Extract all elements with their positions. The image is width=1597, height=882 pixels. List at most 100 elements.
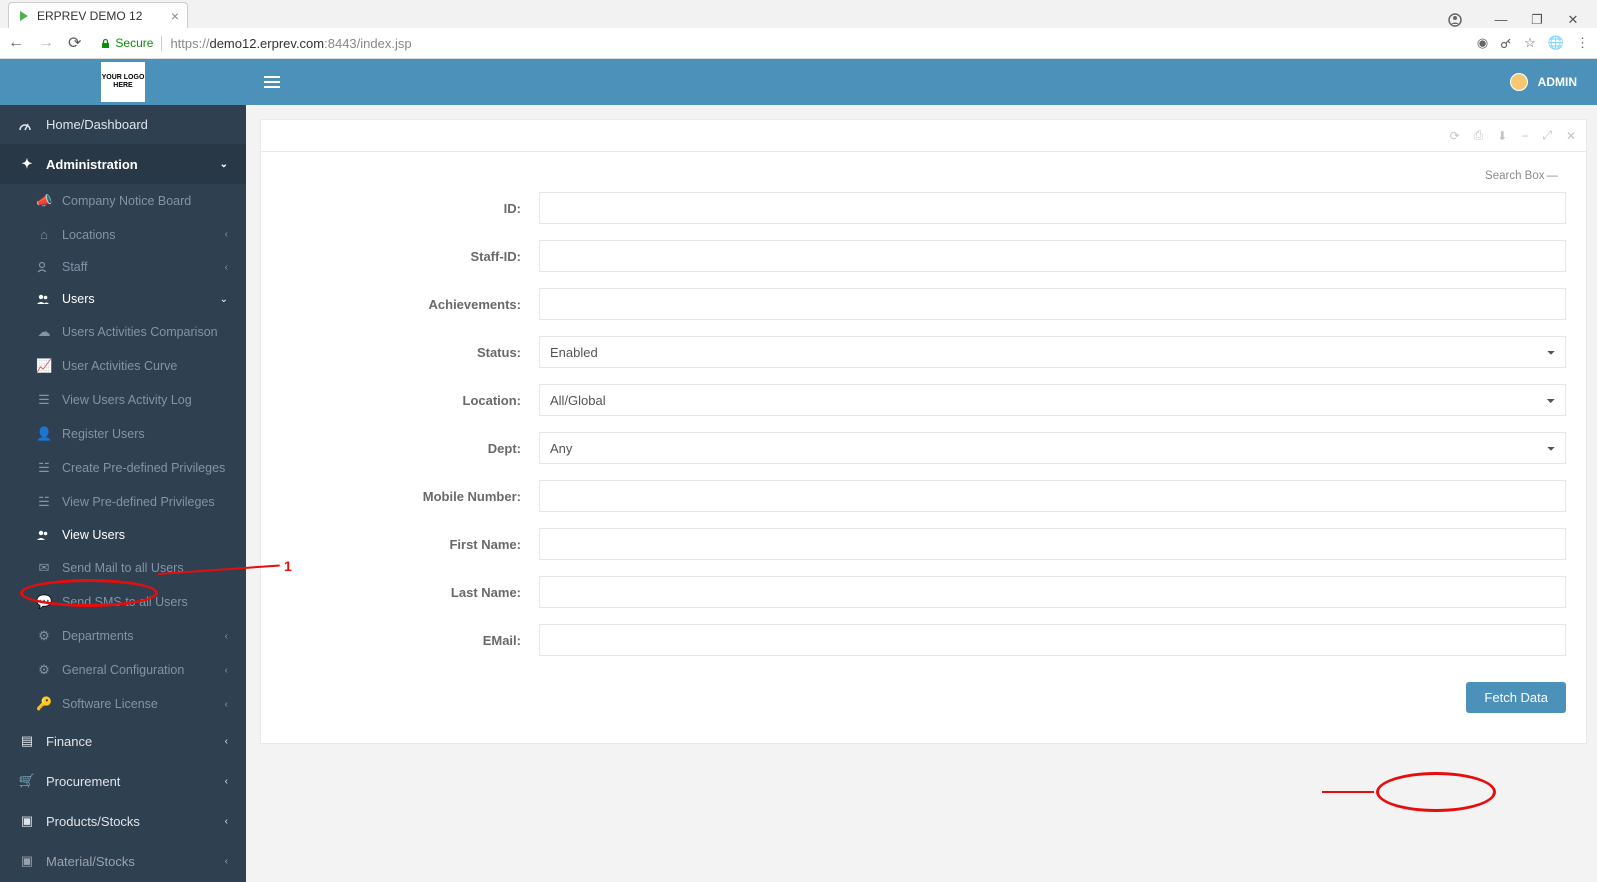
wrench-icon: ✦	[18, 156, 36, 172]
favicon-icon	[17, 9, 31, 23]
box-icon: ▣	[18, 853, 36, 869]
logo[interactable]: YOUR LOGO HERE	[0, 59, 246, 105]
sidebar-item-finance[interactable]: ▤Finance‹	[0, 721, 246, 761]
star-icon[interactable]: ☆	[1524, 35, 1536, 51]
form-row-location: Location: All/Global	[281, 384, 1566, 416]
input-last-name[interactable]	[539, 576, 1566, 608]
chevron-left-icon: ‹	[225, 631, 228, 642]
input-mobile[interactable]	[539, 480, 1566, 512]
label-last-name: Last Name:	[281, 585, 539, 600]
users-icon	[36, 293, 52, 305]
chevron-left-icon: ‹	[225, 856, 228, 867]
address-bar: ← → ⟳ Secure https://demo12.erprev.com:8…	[0, 28, 1597, 58]
browser-tab-bar: ERPREV DEMO 12 × — ❐ ✕	[0, 0, 1597, 28]
user-plus-icon: 👤	[36, 426, 52, 442]
browser-tab[interactable]: ERPREV DEMO 12 ×	[8, 2, 188, 28]
money-icon: ▤	[18, 733, 36, 749]
form-row-email: EMail:	[281, 624, 1566, 656]
eye-icon[interactable]: ◉	[1477, 35, 1488, 51]
form-row-status: Status: Enabled	[281, 336, 1566, 368]
chart-icon: 📈	[36, 358, 52, 374]
menu-icon[interactable]: ⋮	[1576, 35, 1589, 51]
select-dept[interactable]: Any	[539, 432, 1566, 464]
form-row-staff-id: Staff-ID:	[281, 240, 1566, 272]
select-location[interactable]: All/Global	[539, 384, 1566, 416]
sidebar-item-material-stocks[interactable]: ▣Material/Stocks‹	[0, 841, 246, 881]
sidebar-item-administration[interactable]: ✦ Administration ⌄	[0, 144, 246, 184]
minus-icon[interactable]: −	[1521, 129, 1528, 143]
sidebar-item-software-license[interactable]: 🔑Software License‹	[0, 687, 246, 721]
content-area: ⟳ ⎙ ⬇ − ⤢ ✕ Search Box— ID: Staff-ID:	[246, 105, 1597, 882]
url-field[interactable]: Secure https://demo12.erprev.com:8443/in…	[95, 33, 1462, 54]
gears-icon: ⚙	[36, 662, 52, 678]
chevron-left-icon: ‹	[225, 665, 228, 676]
label-location: Location:	[281, 393, 539, 408]
browser-chrome: ERPREV DEMO 12 × — ❐ ✕ ← → ⟳ Secure http…	[0, 0, 1597, 59]
sidebar-item-staff[interactable]: Staff ‹	[0, 251, 246, 283]
sidebar-item-activity-log[interactable]: ☰View Users Activity Log	[0, 383, 246, 417]
form-row-achievements: Achievements:	[281, 288, 1566, 320]
form-row-dept: Dept: Any	[281, 432, 1566, 464]
sidebar-item-send-mail[interactable]: ✉Send Mail to all Users	[0, 551, 246, 585]
avatar-icon	[1510, 73, 1528, 91]
users-icon	[36, 529, 52, 541]
download-icon[interactable]: ⬇	[1497, 129, 1507, 143]
sidebar-item-register-users[interactable]: 👤Register Users	[0, 417, 246, 451]
sidebar-item-company-notice[interactable]: 📣 Company Notice Board	[0, 184, 246, 218]
app-header: YOUR LOGO HERE ADMIN	[0, 59, 1597, 105]
chevron-left-icon: ‹	[225, 776, 228, 787]
input-staff-id[interactable]	[539, 240, 1566, 272]
user-icon	[36, 261, 52, 273]
chevron-left-icon: ‹	[225, 262, 228, 273]
sidebar-item-view-privileges[interactable]: ☱View Pre-defined Privileges	[0, 485, 246, 519]
maximize-icon[interactable]: ❐	[1519, 12, 1555, 28]
secure-badge: Secure	[100, 36, 153, 50]
hamburger-icon[interactable]	[264, 75, 280, 89]
select-status[interactable]: Enabled	[539, 336, 1566, 368]
key-icon[interactable]	[1500, 37, 1512, 49]
print-icon[interactable]: ⎙	[1474, 128, 1484, 143]
window-controls: — ❐ ✕	[1447, 12, 1597, 28]
reload-icon[interactable]: ⟳	[68, 33, 81, 53]
gear-icon: ⚙	[36, 628, 52, 644]
home-icon: ⌂	[36, 227, 52, 242]
fetch-data-button[interactable]: Fetch Data	[1466, 682, 1566, 713]
sidebar-item-activities-curve[interactable]: 📈User Activities Curve	[0, 349, 246, 383]
input-first-name[interactable]	[539, 528, 1566, 560]
expand-icon[interactable]: ⤢	[1542, 128, 1552, 143]
sidebar-item-home[interactable]: Home/Dashboard	[0, 105, 246, 144]
sidebar-item-activities-comparison[interactable]: ☁Users Activities Comparison	[0, 315, 246, 349]
forward-icon[interactable]: →	[38, 34, 54, 52]
sidebar-item-procurement[interactable]: 🛒Procurement‹	[0, 761, 246, 801]
header-user[interactable]: ADMIN	[1510, 73, 1597, 91]
chevron-down-icon: ⌄	[220, 159, 228, 170]
sidebar-item-locations[interactable]: ⌂ Locations ‹	[0, 218, 246, 251]
sidebar-item-view-users[interactable]: View Users	[0, 519, 246, 551]
input-achievements[interactable]	[539, 288, 1566, 320]
sidebar-item-departments[interactable]: ⚙Departments‹	[0, 619, 246, 653]
sidebar-item-products-stocks[interactable]: ▣Products/Stocks‹	[0, 801, 246, 841]
close-window-icon[interactable]: ✕	[1555, 12, 1591, 28]
close-panel-icon[interactable]: ✕	[1566, 129, 1576, 143]
label-id: ID:	[281, 201, 539, 216]
chevron-left-icon: ‹	[225, 736, 228, 747]
label-achievements: Achievements:	[281, 297, 539, 312]
sidebar-item-general-config[interactable]: ⚙General Configuration‹	[0, 653, 246, 687]
envelope-icon: ✉	[36, 560, 52, 576]
sidebar-item-create-privileges[interactable]: ☱Create Pre-defined Privileges	[0, 451, 246, 485]
chevron-left-icon: ‹	[225, 816, 228, 827]
refresh-icon[interactable]: ⟳	[1450, 129, 1460, 143]
input-email[interactable]	[539, 624, 1566, 656]
account-icon[interactable]	[1447, 12, 1483, 28]
globe-icon[interactable]: 🌐	[1548, 35, 1564, 51]
sidebar-item-users[interactable]: Users ⌄	[0, 283, 246, 315]
tab-title: ERPREV DEMO 12	[37, 9, 142, 23]
back-icon[interactable]: ←	[8, 34, 24, 52]
input-id[interactable]	[539, 192, 1566, 224]
minimize-icon[interactable]: —	[1483, 12, 1519, 28]
tab-close-icon[interactable]: ×	[171, 8, 179, 24]
label-mobile: Mobile Number:	[281, 489, 539, 504]
chevron-left-icon: ‹	[225, 699, 228, 710]
sidebar-item-send-sms[interactable]: 💬Send SMS to all Users	[0, 585, 246, 619]
search-box-toggle[interactable]: Search Box—	[281, 166, 1566, 192]
